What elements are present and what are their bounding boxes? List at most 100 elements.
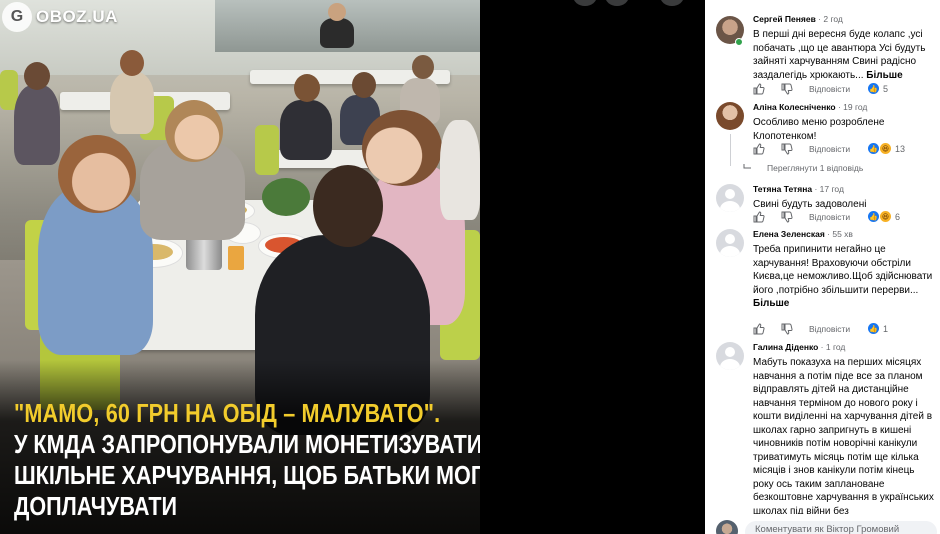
reaction-count: 5	[883, 83, 889, 94]
comment-author[interactable]: Аліна Колесніченко	[753, 102, 836, 112]
viewer: G OBOZ.UA "МАМО, 60 ГРН НА ОБІД – МАЛУВА…	[0, 0, 940, 534]
comment-author[interactable]: Тетяна Тетяна	[753, 184, 812, 194]
headline-line: У КМДА ЗАПРОПОНУВАЛИ МОНЕТИЗУВАТИ	[14, 429, 480, 459]
zoom-out-button[interactable]	[605, 0, 629, 6]
reaction-count: 6	[895, 211, 901, 222]
like-reaction-icon: 👍	[868, 211, 879, 222]
headline-line: ШКІЛЬНЕ ХАРЧУВАННЯ, ЩОБ БАТЬКИ МОГЛИ	[14, 460, 480, 490]
bg-chair	[255, 125, 279, 175]
comment-body: Елена Зеленская · 55 хв Треба припинити …	[753, 229, 937, 311]
zoom-in-button[interactable]	[573, 0, 597, 6]
dislike-icon[interactable]	[781, 323, 793, 335]
comment-actions: Відповісти 👍 5	[753, 83, 937, 97]
current-user-avatar[interactable]	[716, 520, 738, 534]
reactions-summary[interactable]: 👍 1	[868, 323, 888, 334]
haha-reaction-icon: 😆	[880, 143, 891, 154]
like-icon[interactable]	[753, 211, 765, 223]
like-icon[interactable]	[753, 323, 765, 335]
bg-kid	[280, 100, 332, 160]
headline: "МАМО, 60 ГРН НА ОБІД – МАЛУВАТО". У КМД…	[14, 398, 480, 522]
brand-logo-icon: G	[2, 2, 32, 32]
comment-body: Сергей Пеняев · 2 год В перші дні вересн…	[753, 14, 937, 82]
dislike-icon[interactable]	[781, 143, 793, 155]
girl-pink-head	[362, 110, 442, 186]
comment-time[interactable]: · 1 год	[821, 342, 846, 352]
comment-text: Особливо меню розроблене Клопотенком!	[753, 117, 885, 142]
comment-text: Свині будуть задоволені	[753, 199, 867, 210]
comment-actions: Відповісти 👍 1	[753, 323, 937, 337]
fullscreen-button[interactable]	[660, 0, 684, 6]
bg-kid	[110, 72, 154, 134]
comment-input[interactable]: Коментувати як Віктор Громовий	[745, 521, 937, 534]
comment-text-content: Треба припинити негайно це харчування! В…	[753, 244, 933, 296]
comment-time[interactable]: · 55 хв	[827, 229, 853, 239]
boy-head	[313, 165, 383, 247]
like-reaction-icon: 👍	[868, 323, 879, 334]
dislike-icon[interactable]	[781, 211, 793, 223]
juice-glass	[228, 246, 244, 270]
comments-panel: Сергей Пеняев · 2 год В перші дні вересн…	[705, 0, 940, 534]
see-more-link[interactable]: Більше	[753, 298, 789, 309]
online-status-dot	[735, 38, 743, 46]
comment-text: Треба припинити негайно це харчування! В…	[753, 243, 937, 311]
bg-kid-head	[412, 55, 434, 79]
like-reaction-icon: 👍	[868, 143, 879, 154]
reactions-summary[interactable]: 👍 😆 6	[868, 211, 900, 222]
bg-kid-head	[24, 62, 50, 90]
bg-kid	[320, 18, 354, 48]
reactions-summary[interactable]: 👍 5	[868, 83, 888, 94]
comment-body: Тетяна Тетяна · 17 год Свині будуть задо…	[753, 184, 937, 212]
headline-line: ДОПЛАЧУВАТИ	[14, 491, 178, 521]
post-image[interactable]: G OBOZ.UA "МАМО, 60 ГРН НА ОБІД – МАЛУВА…	[0, 0, 480, 534]
bg-kid-head	[120, 50, 144, 76]
comment-header: Галина Діденко · 1 год	[753, 342, 937, 353]
bg-kid	[14, 85, 60, 165]
comment-body: Галина Діденко · 1 год Мабуть показуха н…	[753, 342, 937, 518]
avatar[interactable]	[716, 342, 744, 370]
comment-header: Сергей Пеняев · 2 год	[753, 14, 937, 25]
plant	[262, 178, 310, 216]
see-replies-link[interactable]: Переглянути 1 відповідь	[767, 163, 863, 173]
reactions-summary[interactable]: 👍 😆 13	[868, 143, 905, 154]
bg-kid-head	[328, 3, 346, 21]
comment-header: Тетяна Тетяна · 17 год	[753, 184, 937, 195]
comment-actions: Відповісти 👍 😆 6	[753, 211, 937, 225]
haha-reaction-icon: 😆	[880, 211, 891, 222]
avatar[interactable]	[716, 184, 744, 212]
comment-text: В перші дні вересня буде колапс ,усі поб…	[753, 28, 937, 82]
reply-thread-line	[730, 134, 731, 166]
reaction-count: 1	[883, 323, 889, 334]
girl-blue-head	[58, 135, 136, 213]
comment-time[interactable]: · 19 год	[838, 102, 867, 112]
comment-author[interactable]: Сергей Пеняев	[753, 14, 816, 24]
girl-grey-head	[165, 100, 223, 162]
bg-kid-head	[294, 74, 320, 102]
girl-right-white	[440, 120, 480, 220]
comment-actions: Відповісти 👍 😆 13	[753, 143, 937, 157]
see-more-link[interactable]: Більше	[866, 70, 902, 81]
comment-author[interactable]: Елена Зеленская	[753, 229, 825, 239]
reply-link[interactable]: Відповісти	[809, 212, 850, 222]
reaction-count: 13	[895, 143, 906, 154]
comment-header: Елена Зеленская · 55 хв	[753, 229, 937, 240]
comment-time[interactable]: · 2 год	[818, 14, 843, 24]
comment-text: Мабуть показуха на перших місяцях навчан…	[753, 357, 934, 517]
reply-link[interactable]: Відповісти	[809, 144, 850, 154]
reply-arrow-icon	[743, 164, 751, 169]
comment-header: Аліна Колесніченко · 19 год	[753, 102, 937, 113]
dislike-icon[interactable]	[781, 83, 793, 95]
avatar[interactable]	[716, 102, 744, 130]
headline-quote: "МАМО, 60 ГРН НА ОБІД – МАЛУВАТО".	[14, 398, 441, 428]
like-icon[interactable]	[753, 83, 765, 95]
avatar[interactable]	[716, 229, 744, 257]
brand-logo: G OBOZ.UA	[2, 2, 118, 32]
comment-body: Аліна Колесніченко · 19 год Особливо мен…	[753, 102, 937, 143]
reply-link[interactable]: Відповісти	[809, 84, 850, 94]
comment-time[interactable]: · 17 год	[814, 184, 843, 194]
comment-author[interactable]: Галина Діденко	[753, 342, 818, 352]
comment-composer: Коментувати як Віктор Громовий	[705, 514, 940, 534]
like-icon[interactable]	[753, 143, 765, 155]
reply-link[interactable]: Відповісти	[809, 324, 850, 334]
viewer-backdrop	[480, 0, 705, 534]
bg-kid-head	[352, 72, 376, 98]
